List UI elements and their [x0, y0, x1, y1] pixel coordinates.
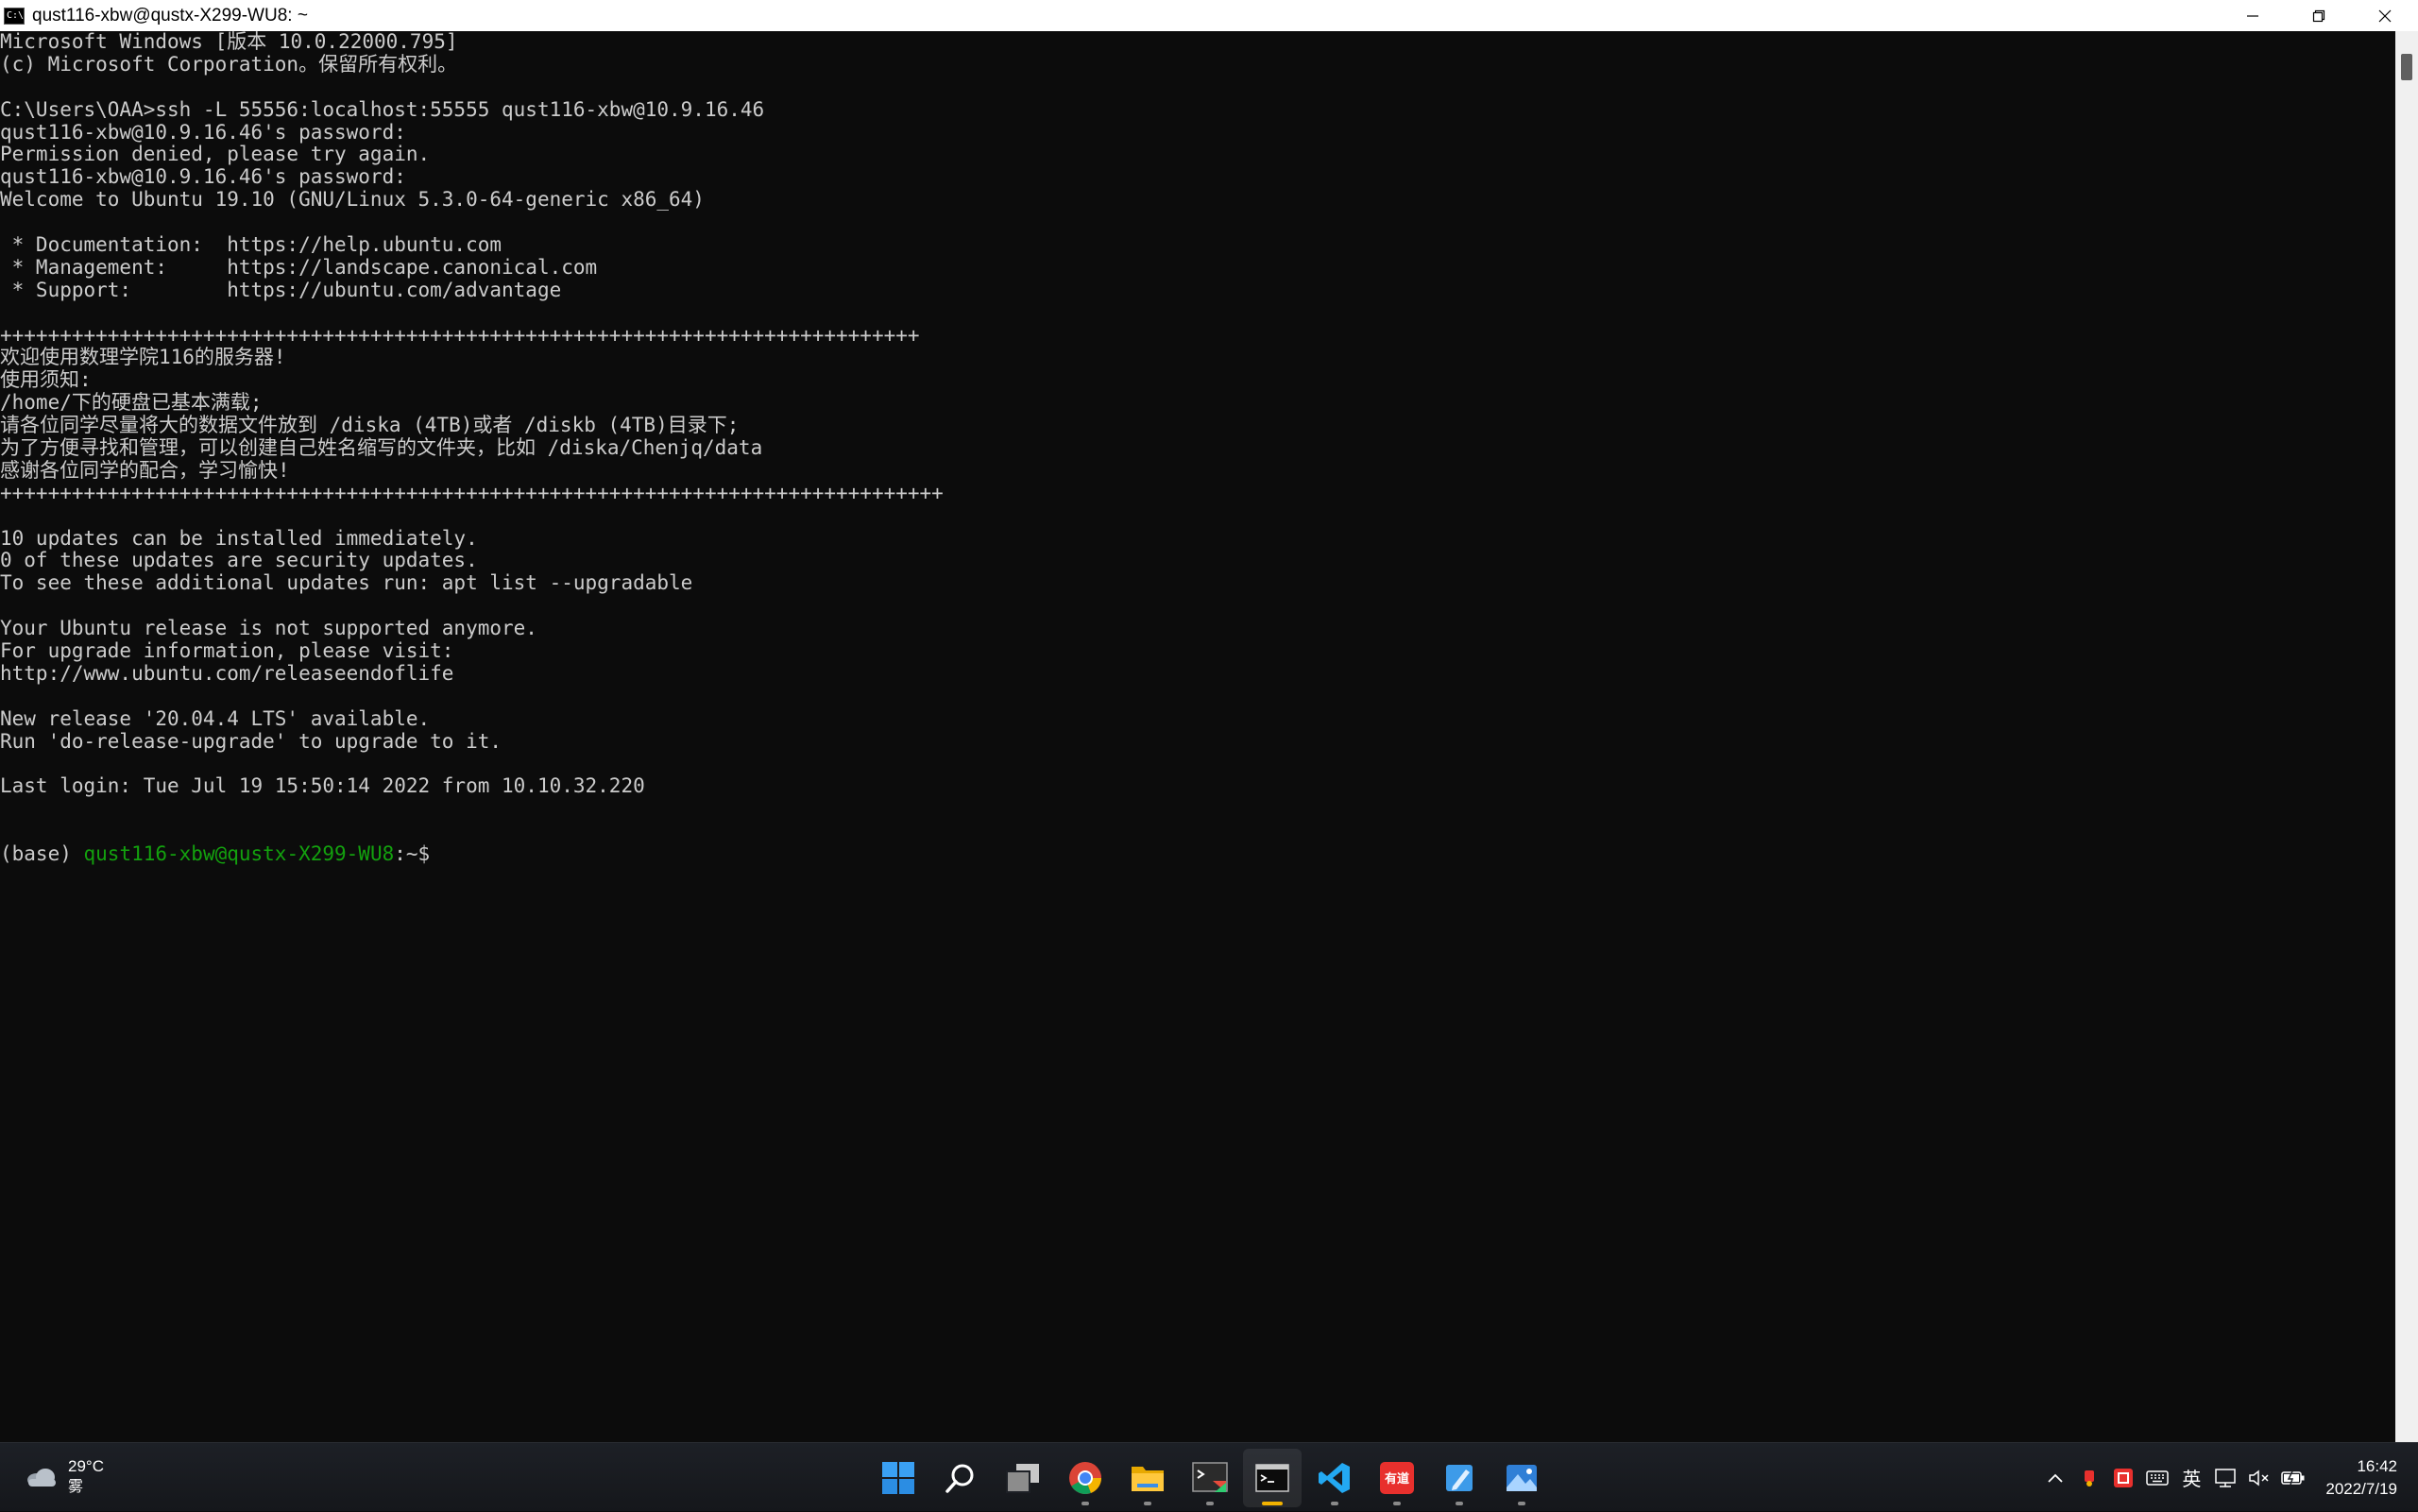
- terminal-line: 10 updates can be installed immediately.: [0, 526, 478, 550]
- window-controls: [2220, 0, 2418, 31]
- terminal-line: ++++++++++++++++++++++++++++++++++++++++…: [0, 323, 920, 347]
- terminal-app-button[interactable]: [1181, 1449, 1239, 1507]
- terminal-line: qust116-xbw@10.9.16.46's password:: [0, 165, 406, 189]
- taskbar-apps: 有道: [867, 1443, 1553, 1512]
- task-view-button[interactable]: [994, 1449, 1052, 1507]
- terminal-line: ++++++++++++++++++++++++++++++++++++++++…: [0, 481, 944, 504]
- terminal-line: * Management: https://landscape.canonica…: [0, 255, 598, 279]
- tray-ime-logo-icon: [2114, 1468, 2134, 1487]
- restore-icon: [2312, 9, 2325, 22]
- input-language-button[interactable]: 英: [2175, 1459, 2207, 1497]
- scrollbar-thumb[interactable]: [2401, 54, 2412, 80]
- network-button[interactable]: [2209, 1459, 2241, 1497]
- terminal-line: /home/下的硬盘已基本满载;: [0, 391, 263, 415]
- start-icon: [882, 1461, 914, 1494]
- terminal-line: New release '20.04.4 LTS' available.: [0, 706, 431, 730]
- chrome-button[interactable]: [1056, 1449, 1115, 1507]
- search-button[interactable]: [931, 1449, 990, 1507]
- close-icon: [2378, 9, 2392, 22]
- terminal-line: C:\Users\OAA>ssh -L 55556:localhost:5555…: [0, 97, 765, 121]
- minimize-button[interactable]: [2220, 0, 2286, 31]
- youdao-icon: 有道: [1380, 1461, 1414, 1494]
- network-icon: [2215, 1468, 2237, 1487]
- terminal-scrollbar[interactable]: [2395, 31, 2418, 1442]
- start-button[interactable]: [869, 1449, 928, 1507]
- battery-charging-icon: [2281, 1470, 2305, 1485]
- vscode-icon: [1319, 1462, 1350, 1493]
- taskbar: 29°C 雾 有道 英 16:42 2022/7/19: [0, 1442, 2418, 1511]
- terminal-line: Your Ubuntu release is not supported any…: [0, 617, 537, 640]
- minimize-icon: [2247, 14, 2258, 17]
- notepad-button[interactable]: [1430, 1449, 1489, 1507]
- clock-time: 16:42: [2357, 1456, 2397, 1475]
- terminal-line: Welcome to Ubuntu 19.10 (GNU/Linux 5.3.0…: [0, 188, 705, 212]
- weather-widget[interactable]: 29°C 雾: [25, 1456, 104, 1498]
- cmd-taskbar-button[interactable]: [1243, 1448, 1302, 1507]
- terminal-line: To see these additional updates run: apt…: [0, 571, 693, 595]
- tray-app-2[interactable]: [2107, 1459, 2139, 1497]
- terminal-line: For upgrade information, please visit:: [0, 639, 454, 663]
- system-tray: 英 16:42 2022/7/19: [2038, 1443, 2418, 1512]
- terminal-line: 使用须知:: [0, 368, 92, 392]
- tray-app-1[interactable]: [2073, 1459, 2105, 1497]
- prompt-path: :~$: [394, 842, 431, 866]
- terminal-line: http://www.ubuntu.com/releaseendoflife: [0, 661, 454, 685]
- weather-temperature: 29°C: [68, 1457, 104, 1475]
- terminal-line: Permission denied, please try again.: [0, 143, 431, 166]
- file-explorer-icon: [1132, 1466, 1164, 1491]
- youdao-button[interactable]: 有道: [1368, 1449, 1426, 1507]
- show-hidden-icons-button[interactable]: [2039, 1459, 2071, 1497]
- terminal-line: 为了方便寻找和管理，可以创建自己姓名缩写的文件夹，比如 /diska/Chenj…: [0, 436, 763, 460]
- prompt-user-host: qust116-xbw@qustx-X299-WU8: [83, 842, 395, 866]
- terminal-line: 请各位同学尽量将大的数据文件放到 /diska (4TB)或者 /diskb (…: [0, 414, 740, 437]
- terminal-output[interactable]: Microsoft Windows [版本 10.0.22000.795] (c)…: [0, 31, 2395, 1442]
- shell-prompt[interactable]: (base) qust116-xbw@qustx-X299-WU8:~$: [0, 842, 2395, 866]
- chrome-icon: [1069, 1461, 1101, 1494]
- terminal-line: Microsoft Windows [版本 10.0.22000.795]: [0, 31, 458, 53]
- volume-muted-icon: [2249, 1469, 2269, 1487]
- terminal-line: * Documentation: https://help.ubuntu.com: [0, 233, 502, 257]
- notepad-icon: [1446, 1464, 1473, 1491]
- window-title: qust116-xbw@qustx-X299-WU8: ~: [32, 5, 308, 25]
- volume-button[interactable]: [2243, 1459, 2275, 1497]
- window-title-bar[interactable]: C:\ qust116-xbw@qustx-X299-WU8: ~: [0, 0, 2418, 31]
- terminal-app-icon: [1192, 1461, 1228, 1492]
- terminal-line: qust116-xbw@10.9.16.46's password:: [0, 120, 406, 144]
- terminal-line: 0 of these updates are security updates.: [0, 549, 478, 572]
- clock-date: 2022/7/19: [2325, 1479, 2397, 1498]
- terminal-line: Run 'do-release-upgrade' to upgrade to i…: [0, 729, 502, 753]
- search-icon: [945, 1464, 974, 1493]
- task-view-icon: [1006, 1463, 1039, 1493]
- photos-button[interactable]: [1492, 1449, 1551, 1507]
- terminal-line: (c) Microsoft Corporation。保留所有权利。: [0, 52, 458, 76]
- keyboard-icon: [2146, 1470, 2170, 1486]
- close-button[interactable]: [2352, 0, 2418, 31]
- terminal-line: * Support: https://ubuntu.com/advantage: [0, 278, 562, 301]
- terminal-lines: Microsoft Windows [版本 10.0.22000.795] (c)…: [0, 31, 2395, 798]
- tray-app-icon: [2085, 1470, 2095, 1487]
- battery-button[interactable]: [2277, 1459, 2309, 1497]
- cmd-icon: [1255, 1463, 1289, 1492]
- cmd-window-icon[interactable]: C:\: [4, 7, 25, 25]
- chevron-up-icon: [2048, 1473, 2063, 1483]
- terminal-line: 欢迎使用数理学院116的服务器!: [0, 346, 286, 369]
- restore-button[interactable]: [2286, 0, 2352, 31]
- cloud-icon: [27, 1469, 56, 1487]
- terminal-line: 感谢各位同学的配合，学习愉快!: [0, 458, 290, 482]
- vscode-button[interactable]: [1305, 1449, 1364, 1507]
- terminal-line: Last login: Tue Jul 19 15:50:14 2022 fro…: [0, 774, 645, 798]
- keyboard-button[interactable]: [2141, 1459, 2173, 1497]
- taskbar-clock[interactable]: 16:42 2022/7/19: [2325, 1455, 2397, 1501]
- prompt-env: (base): [0, 842, 84, 866]
- file-explorer-button[interactable]: [1118, 1449, 1177, 1507]
- weather-condition: 雾: [68, 1479, 84, 1495]
- photos-icon: [1507, 1464, 1537, 1491]
